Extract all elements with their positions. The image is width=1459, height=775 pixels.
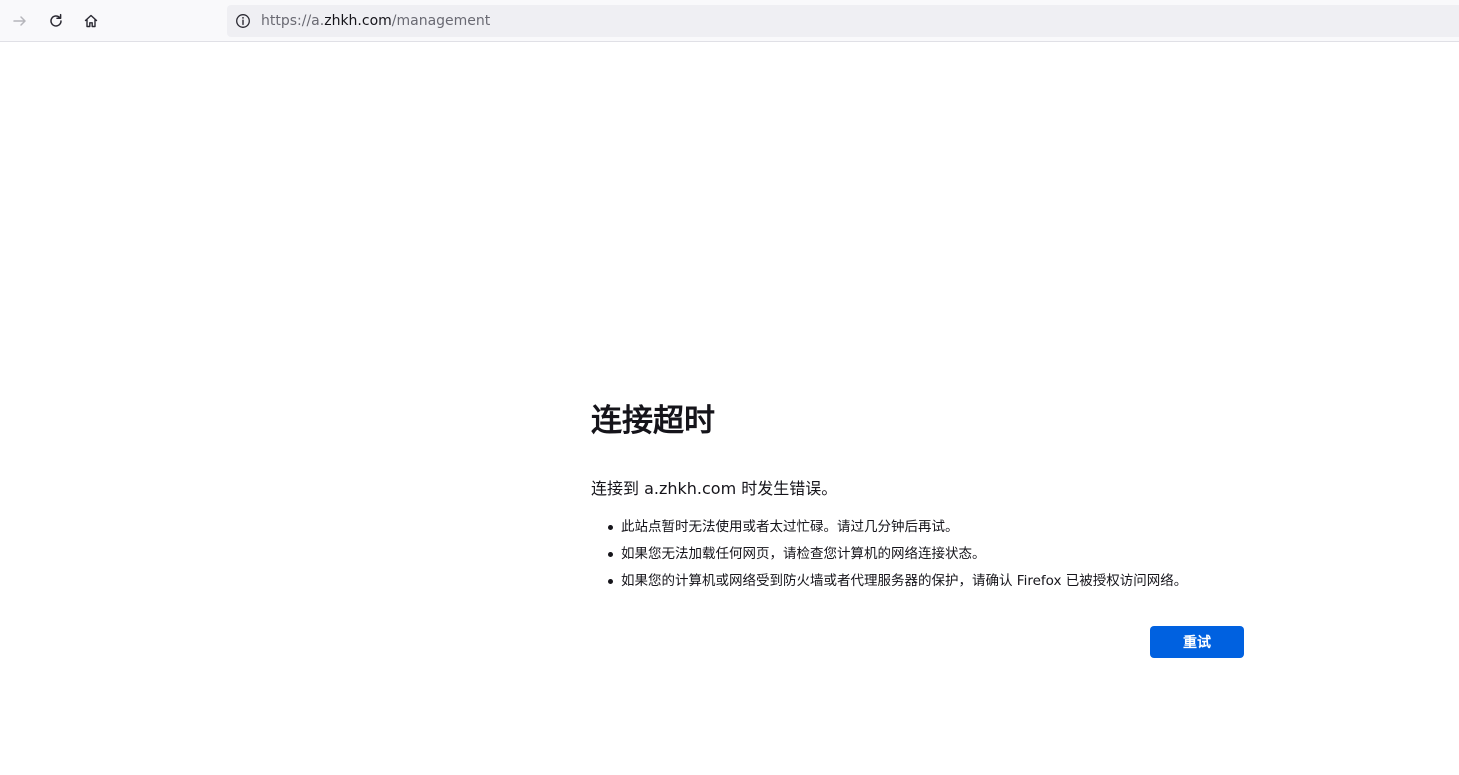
url-text[interactable]: https://a.zhkh.com/management: [261, 12, 490, 30]
error-page: 连接超时 连接到 a.zhkh.com 时发生错误。 此站点暂时无法使用或者太过…: [591, 398, 1251, 658]
suggestion-item: 如果您无法加载任何网页，请检查您计算机的网络连接状态。: [607, 541, 1187, 568]
arrow-right-icon: [12, 13, 28, 29]
url-prefix: https://a.: [261, 13, 325, 29]
forward-button[interactable]: [5, 6, 35, 36]
suggestion-item: 此站点暂时无法使用或者太过忙碌。请过几分钟后再试。: [607, 514, 1187, 541]
browser-toolbar: https://a.zhkh.com/management: [0, 0, 1459, 42]
error-description: 连接到 a.zhkh.com 时发生错误。: [591, 479, 838, 498]
home-icon: [83, 13, 99, 29]
suggestion-item: 如果您的计算机或网络受到防火墙或者代理服务器的保护，请确认 Firefox 已被…: [607, 568, 1187, 595]
error-title: 连接超时: [591, 403, 715, 439]
info-circle-icon[interactable]: [235, 13, 251, 29]
error-suggestions: 此站点暂时无法使用或者太过忙碌。请过几分钟后再试。 如果您无法加载任何网页，请检…: [591, 514, 1187, 595]
home-button[interactable]: [76, 6, 106, 36]
reload-button[interactable]: [41, 6, 71, 36]
retry-button[interactable]: 重试: [1150, 626, 1244, 658]
url-path: /management: [391, 13, 491, 29]
url-bar[interactable]: https://a.zhkh.com/management: [227, 5, 1459, 37]
url-host: zhkh.com: [324, 13, 392, 29]
reload-icon: [48, 13, 64, 29]
